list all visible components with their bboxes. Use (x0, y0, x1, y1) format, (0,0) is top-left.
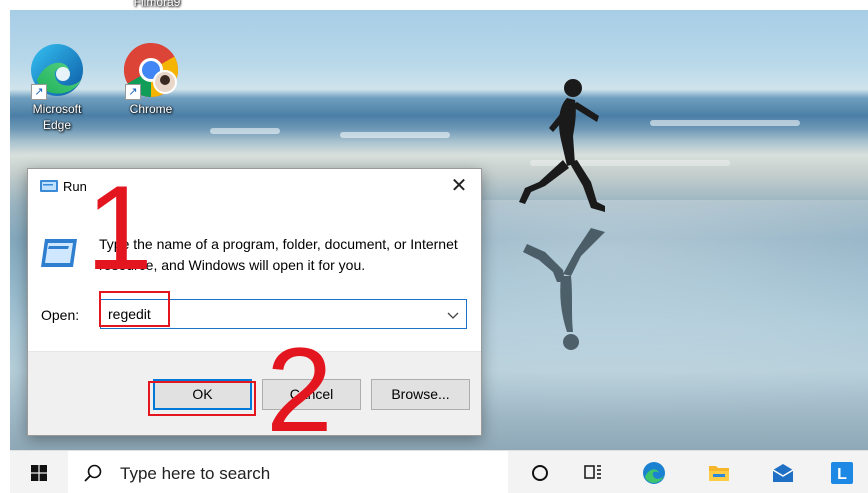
edge-icon (643, 462, 665, 484)
app-l-letter: L (837, 466, 847, 483)
shortcut-arrow-icon: ↗ (31, 84, 47, 100)
run-dialog: Run ✕ Type the name of a program, folder… (27, 168, 482, 436)
cortana-circle-icon (532, 465, 548, 481)
desktop-icon-filmora-label: Filmora9 (133, 0, 181, 9)
shortcut-arrow-icon: ↗ (125, 84, 141, 100)
search-placeholder: Type here to search (120, 464, 271, 483)
windows-logo-icon (31, 465, 47, 481)
close-icon: ✕ (450, 175, 468, 197)
task-view-button[interactable] (570, 451, 616, 493)
wave (210, 128, 280, 134)
run-titlebar[interactable]: Run ✕ (28, 169, 481, 203)
start-button[interactable] (10, 451, 68, 493)
desktop-icon-label: Chrome (129, 102, 173, 116)
taskbar-search-box[interactable]: Type here to search (68, 451, 508, 493)
desktop-icon-edge[interactable]: ↗ Microsoft Edge (18, 40, 96, 132)
app-l-icon: L (831, 462, 853, 484)
folder-icon (709, 466, 729, 481)
browse-button[interactable]: Browse... (371, 379, 470, 410)
run-icon (40, 180, 58, 192)
run-footer: OK Cancel Browse... (28, 351, 481, 435)
desktop-icon-chrome[interactable]: ↗ Chrome (112, 40, 190, 116)
wave (650, 120, 800, 126)
edge-taskbar-button[interactable] (630, 451, 676, 493)
close-button[interactable]: ✕ (437, 169, 481, 203)
ok-button[interactable]: OK (153, 379, 252, 410)
desktop-icon-label: Microsoft (32, 102, 82, 116)
edge-icon: ↗ (27, 40, 87, 100)
runner-silhouette (519, 79, 605, 350)
open-input[interactable] (101, 300, 436, 328)
cortana-button[interactable] (517, 451, 563, 493)
app-l-button[interactable]: L (818, 451, 864, 493)
mail-icon (772, 464, 794, 482)
mail-button[interactable] (759, 451, 805, 493)
run-dialog-title: Run (63, 179, 87, 194)
cancel-button[interactable]: Cancel (262, 379, 361, 410)
taskbar: Type here to search L (10, 450, 868, 493)
open-combobox[interactable] (100, 299, 467, 329)
task-view-icon (584, 465, 601, 479)
run-program-icon (41, 239, 77, 267)
chevron-down-icon[interactable] (446, 308, 460, 322)
chrome-icon: ↗ (121, 40, 181, 100)
run-description: Type the name of a program, folder, docu… (99, 236, 458, 273)
file-explorer-button[interactable] (695, 451, 741, 493)
open-label: Open: (41, 307, 80, 323)
search-icon (84, 464, 102, 482)
desktop-icon-label: Edge (42, 118, 72, 132)
wave (340, 132, 450, 138)
run-body: Type the name of a program, folder, docu… (28, 203, 481, 353)
